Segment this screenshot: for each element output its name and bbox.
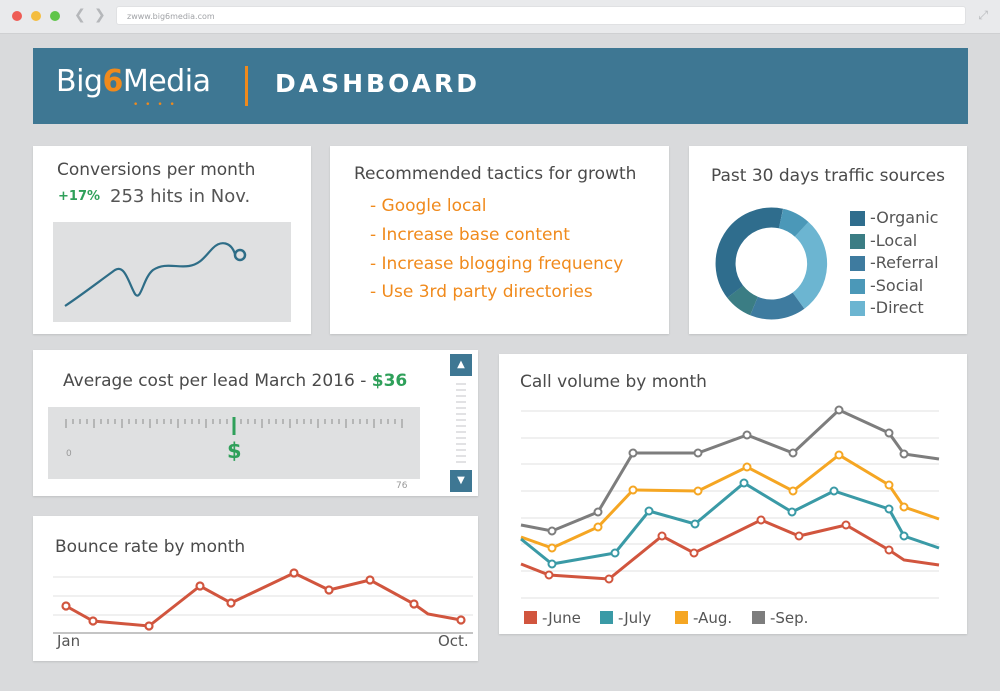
legend-label: -Sep. <box>770 609 809 627</box>
dollar-icon: $ <box>227 439 242 463</box>
tactic-item[interactable]: - Increase blogging frequency <box>370 254 623 274</box>
forward-arrow-icon[interactable]: ❯ <box>94 7 106 23</box>
maximize-window-button[interactable] <box>50 11 60 21</box>
bounce-line <box>65 571 462 628</box>
conversions-title: Conversions per month <box>57 160 256 180</box>
conversions-change: +17% <box>58 189 101 204</box>
bounce-x-start: Jan <box>57 632 81 650</box>
swatch <box>850 234 865 249</box>
cost-title: Average cost per lead March 2016 - $36 <box>63 371 407 391</box>
close-window-button[interactable] <box>12 11 22 21</box>
tactic-item[interactable]: - Google local <box>370 196 487 216</box>
bounce-x-end: Oct. <box>438 632 469 650</box>
traffic-card: Past 30 days traffic sources -Organic -L… <box>689 146 967 334</box>
series-sep-points <box>547 405 909 536</box>
bounce-rate-card: Bounce rate by month Jan Oct. <box>33 516 478 661</box>
conversions-hits: 253 hits in Nov. <box>110 186 251 207</box>
cost-per-lead-card: Average cost per lead March 2016 - $36 0… <box>33 350 478 496</box>
address-bar[interactable]: zwww.big6media.com <box>116 6 966 25</box>
scroll-down-button[interactable]: ▼ <box>450 470 472 492</box>
legend-label: -Social <box>870 276 924 295</box>
ruler-max: 76 <box>396 481 408 491</box>
tactic-item[interactable]: - Increase base content <box>370 225 570 245</box>
logo-dots: • • • • <box>133 100 177 110</box>
dashboard-header: Big6Media • • • • DASHBOARD <box>33 48 968 124</box>
series-sep-line <box>520 408 940 533</box>
cost-value: $36 <box>371 371 408 391</box>
scroll-up-button[interactable]: ▲ <box>450 354 472 376</box>
back-arrow-icon[interactable]: ❮ <box>74 7 86 23</box>
bounce-chart <box>53 568 473 634</box>
cost-scrollbar[interactable]: ▲ ▼ <box>450 354 472 492</box>
logo-prefix: Big <box>56 64 103 99</box>
big6media-logo[interactable]: Big6Media <box>56 64 211 99</box>
tactic-item[interactable]: - Use 3rd party directories <box>370 282 593 302</box>
cost-title-text: Average cost per lead March 2016 - <box>63 371 372 391</box>
swatch <box>600 611 613 624</box>
call-volume-chart <box>520 405 940 599</box>
swatch <box>850 301 865 316</box>
legend-july: -July <box>600 609 651 627</box>
legend-june: -June <box>524 609 581 627</box>
traffic-title: Past 30 days traffic sources <box>711 166 945 186</box>
conversions-card: Conversions per month +17% 253 hits in N… <box>33 146 311 334</box>
scroll-track[interactable] <box>450 380 472 470</box>
cost-ruler: 0 $ <box>48 407 420 479</box>
legend-aug: -Aug. <box>675 609 732 627</box>
browser-chrome: ❮ ❯ zwww.big6media.com ⤢ <box>0 0 1000 34</box>
sparkline-line <box>64 242 242 307</box>
minimize-window-button[interactable] <box>31 11 41 21</box>
swatch <box>850 279 865 294</box>
donut-segment-social <box>750 292 805 320</box>
swatch <box>850 211 865 226</box>
logo-suffix: Media <box>122 64 211 99</box>
header-divider <box>245 66 248 106</box>
swatch <box>675 611 688 624</box>
tactics-title: Recommended tactics for growth <box>354 164 637 184</box>
tactics-card: Recommended tactics for growth - Google … <box>330 146 669 334</box>
donut-segment-organic <box>715 207 784 298</box>
donut-segment-referral <box>778 208 809 238</box>
donut-segment-direct <box>792 221 828 309</box>
call-volume-card: Call volume by month -June -July -Aug. -… <box>499 354 967 634</box>
swatch <box>850 256 865 271</box>
legend-label: -Referral <box>870 253 939 272</box>
legend-label: -July <box>618 609 652 627</box>
legend-label: -Organic <box>870 208 939 227</box>
expand-icon[interactable]: ⤢ <box>978 8 988 23</box>
legend-label: -June <box>542 609 581 627</box>
series-june-line <box>520 518 940 581</box>
sparkline-svg <box>64 242 247 307</box>
series-july-line <box>520 481 940 566</box>
conversions-sparkline <box>53 222 291 322</box>
traffic-donut <box>715 207 828 320</box>
legend-label: -Direct <box>870 298 924 317</box>
swatch <box>524 611 537 624</box>
donut-segment-local <box>727 285 759 316</box>
legend-label: -Local <box>870 231 918 250</box>
ruler-min: 0 <box>66 449 72 459</box>
logo-six: 6 <box>102 64 123 99</box>
page-title: DASHBOARD <box>275 69 481 98</box>
sparkline-endpoint <box>233 248 247 262</box>
legend-sep: -Sep. <box>752 609 808 627</box>
swatch <box>752 611 765 624</box>
legend-label: -Aug. <box>693 609 733 627</box>
